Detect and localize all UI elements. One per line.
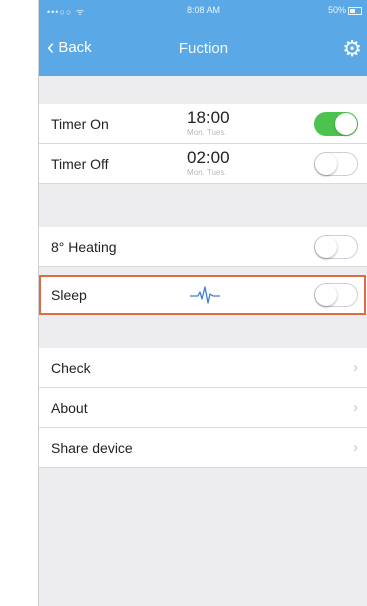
sleep-row[interactable]: Sleep	[39, 275, 367, 315]
gear-icon[interactable]: ⚙	[342, 36, 362, 62]
timer-off-label: Timer Off	[51, 155, 109, 172]
timer-off-days: Mon. Tues.	[187, 168, 227, 177]
timer-on-days: Mon. Tues.	[187, 128, 227, 137]
timer-off-time[interactable]: 02:00	[187, 148, 230, 168]
heating-label: 8° Heating	[51, 238, 117, 255]
toggle-knob	[315, 153, 337, 175]
timer-on-toggle[interactable]	[314, 112, 358, 136]
timer-on-label: Timer On	[51, 115, 109, 132]
menu-item-label: Share device	[51, 439, 133, 456]
timer-on-row[interactable]: Timer On 18:00 Mon. Tues.	[39, 104, 367, 144]
toggle-knob	[315, 284, 337, 306]
heating-toggle[interactable]	[314, 235, 358, 259]
battery-percent: 50%	[327, 5, 346, 15]
battery-icon	[348, 6, 362, 15]
menu-item-label: Check	[51, 359, 91, 376]
menu-item-share-device[interactable]: Share device ›	[39, 428, 367, 468]
menu-item-about[interactable]: About ›	[39, 388, 367, 428]
sleep-wave-icon	[190, 286, 220, 304]
sleep-label: Sleep	[51, 286, 87, 303]
heating-row[interactable]: 8° Heating	[39, 227, 367, 267]
sleep-toggle[interactable]	[314, 283, 358, 307]
status-time: 8:08 AM	[186, 5, 221, 15]
battery-indicator: 50%	[328, 5, 362, 15]
toggle-knob	[315, 236, 337, 258]
status-bar: •••○○ ᯤ 8:08 AM 50%	[39, 0, 367, 22]
phone-screen: •••○○ ᯤ 8:08 AM 50% ‹ Back Fuction ⚙ Tim…	[38, 0, 367, 606]
chevron-right-icon: ›	[353, 399, 358, 416]
chevron-right-icon: ›	[353, 359, 358, 376]
timer-off-row[interactable]: Timer Off 02:00 Mon. Tues.	[39, 144, 367, 184]
chevron-right-icon: ›	[353, 439, 358, 456]
timer-off-toggle[interactable]	[314, 152, 358, 176]
menu-item-label: About	[51, 399, 88, 416]
toggle-knob	[335, 113, 357, 135]
app-header: •••○○ ᯤ 8:08 AM 50% ‹ Back Fuction ⚙	[39, 0, 367, 76]
menu-item-check[interactable]: Check ›	[39, 348, 367, 388]
nav-bar: ‹ Back Fuction ⚙	[39, 35, 367, 65]
timer-on-time[interactable]: 18:00	[187, 108, 230, 128]
page-title: Fuction	[178, 40, 229, 57]
